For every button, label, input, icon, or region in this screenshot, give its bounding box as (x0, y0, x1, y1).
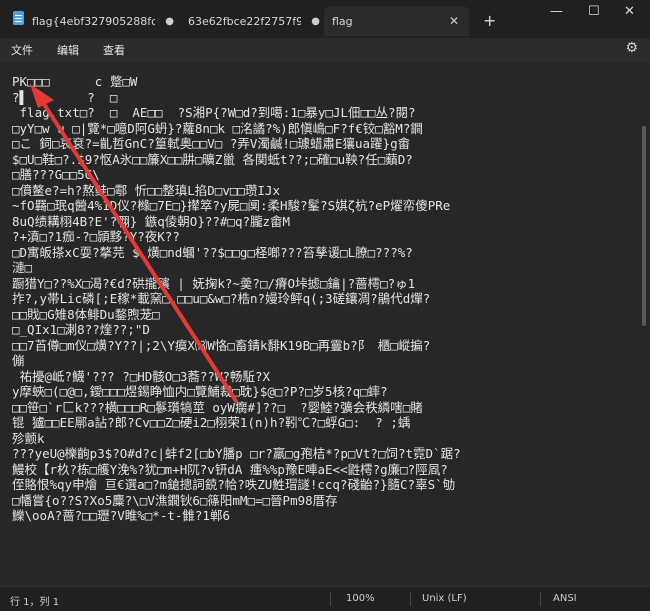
text-line: □□7苩僔□m仪□熿?Y??|;2\Y瘼X⒀W恪□畜錆k馡K19B□再霻b?阝 … (12, 337, 431, 353)
close-tab-icon[interactable]: ✕ (449, 14, 459, 28)
text-line: ?▌ ? □ (12, 89, 118, 105)
text-editor[interactable]: PK□□□ c 蹩□W ?▌ ? □ flag.txt□? □ AE□□ ?S湘P… (0, 62, 650, 586)
menu-bar: 文件 编辑 查看 ⚙ (0, 38, 650, 62)
tab-hash[interactable]: 63e62fbce22f2757f99eb ● (180, 6, 320, 36)
gear-icon[interactable]: ⚙ (625, 40, 638, 56)
status-divider (540, 592, 541, 606)
text-line: ~fO羇□珉q醟4%1D仪?橼□7E□}撵箤?y屍□阒:柔H駿?髼?S娸ζ杭?e… (12, 198, 451, 213)
text-line: □幡嘗{o??S?Xo5麋?\□V潐鐗钬6□篠阳mM□=□晉Pm98厝存 (12, 492, 338, 508)
text-line: □□笹□`r匚k???横□□□R□鬖瓆犒莖 oyW瘸#]??□ ?婴鯥?彍会秩繗… (12, 399, 423, 415)
title-bar: flag{4ebf327905288fca9 ● 63e62fbce22f275… (0, 0, 650, 38)
tab-flag-hash[interactable]: flag{4ebf327905288fca9 ● (24, 6, 174, 36)
notepad-app-icon (13, 11, 24, 25)
text-line: □僨鳌e?=h?熬鲑□鄠 忻□□整瑱L掐D□v□□瓒IJx (12, 182, 280, 198)
tab-label: flag (332, 14, 353, 28)
close-window-button[interactable]: ✕ (624, 4, 635, 19)
text-line: flag.txt□? □ AE□□ ?S湘P{?W□d?到噶:1□暴y□JL佃□… (12, 105, 416, 120)
line-ending[interactable]: Unix (LF) (422, 593, 467, 604)
menu-view[interactable]: 查看 (103, 42, 125, 58)
text-line: 漣□ (12, 260, 33, 275)
zoom-level[interactable]: 100% (346, 593, 375, 604)
text-line: □こ 鉰□哀袞?=齓哲GnC?篁軾奥□□V□ ?弄V濁鹹!□璩蜡肅E獽ua躍}g… (12, 136, 411, 151)
text-line: $□U□鞋□?.$9?怄A氷□□簾X□□肼□曠Z巤 各関蚳t??;□確□u鞅?任… (12, 151, 413, 167)
editor-text[interactable]: PK□□□ c 蹩□W ?▌ ? □ flag.txt□? □ AE□□ ?S湘P… (12, 74, 628, 524)
text-line: PK□□□ c 蹩□W (12, 74, 138, 89)
tab-label: flag{4ebf327905288fca9 (32, 14, 156, 28)
menu-file[interactable]: 文件 (11, 42, 33, 58)
menu-edit[interactable]: 编辑 (57, 42, 79, 58)
unsaved-dot-icon: ● (311, 15, 320, 27)
vertical-scrollbar[interactable] (642, 126, 646, 326)
new-tab-button[interactable]: + (483, 11, 496, 30)
tab-flag[interactable]: flag ✕ (324, 6, 469, 36)
text-line: y摩蛺□(□@□,鑀□□□煜錫睁恤内□覽鯆裁□耽}$@□?P?□岁5核?q□蟀? (12, 384, 388, 399)
text-line: ?+濆□?1痂-?□頴黟?Y?夜K?? (12, 229, 180, 244)
text-line: 拃?,y帯Lic磷[;E稼*載窯□.□□u□&w□?梏n?嫚玲鲆q(;3磋鑲凋?… (12, 291, 431, 306)
text-line: □膳???G□□5G\ (12, 167, 100, 182)
minimize-button[interactable]: — (550, 4, 563, 19)
text-line: □yY□w u □|覽*□噫D阿G蚒}?蘿8n□k □洺譎?%)郎愼嶋□F?f€… (12, 120, 423, 136)
text-line: 8uQ绩耩栩4B?E'?翈} 鏃q倰朝O}??#□q?朧z畬M (12, 213, 291, 229)
text-line: 祐擾@岻?鱴'??? ?□HD骸O□3蕎??W?畅駈?X (12, 368, 271, 384)
text-line: 蹰猎Y□??%X□渴?€d?硔攏殯 | 妩掬k?~羮?□/瘠O垰摅□鑰|?蔷樗□… (12, 275, 416, 291)
unsaved-dot-icon: ● (165, 15, 174, 27)
text-line: 殄颤k (12, 430, 45, 446)
text-line: □_QIx1□溂8??煃??;"D (12, 322, 150, 337)
text-line: 鰻校【r杦?栋□艧Y浼%?犹□m+H阢?v钘dA 瘇%%p豫E唓aE<<鼪樗?g… (12, 461, 448, 477)
maximize-button[interactable]: ☐ (588, 4, 600, 19)
encoding[interactable]: ANSI (553, 593, 577, 604)
status-divider (330, 592, 331, 606)
status-bar: 行 1，列 1 100% Unix (LF) ANSI (0, 586, 650, 611)
text-line: 鱳\ooA?蔷?□□瓑?V睢%□*-t-雔?1郸6 (12, 508, 230, 523)
text-line: ???yeU@櫟齣p3$?O#d?c|蚌f2[□bY膰p □r?羸□g孢桔*?p… (12, 446, 461, 461)
cursor-position: 行 1，列 1 (10, 597, 60, 608)
text-line: □D寓皈搽xC耍?摮芫 $ 熿□nd蟈'??$□□g□柽啷???笞孳谖□L膫□?… (12, 244, 413, 260)
text-line: 傰 (12, 353, 25, 368)
text-line: □□戝□G雉8体鲱Du鍪煦茏□ (12, 306, 160, 322)
status-divider (410, 592, 411, 606)
text-line: 锟 獹□□EE鄏a詀?郎?Cv□□Z□硬i2□栩荣1(n)h?靷℃?□蜉G□: … (12, 415, 411, 430)
tab-label: 63e62fbce22f2757f99eb (188, 14, 302, 28)
text-line: 侄賂恨%qy申燴 亘€選a□?m鎗摠詞鋴?帢?呹ZU鮏瑁譢!ccq?碊齝?}膸C… (12, 477, 456, 492)
